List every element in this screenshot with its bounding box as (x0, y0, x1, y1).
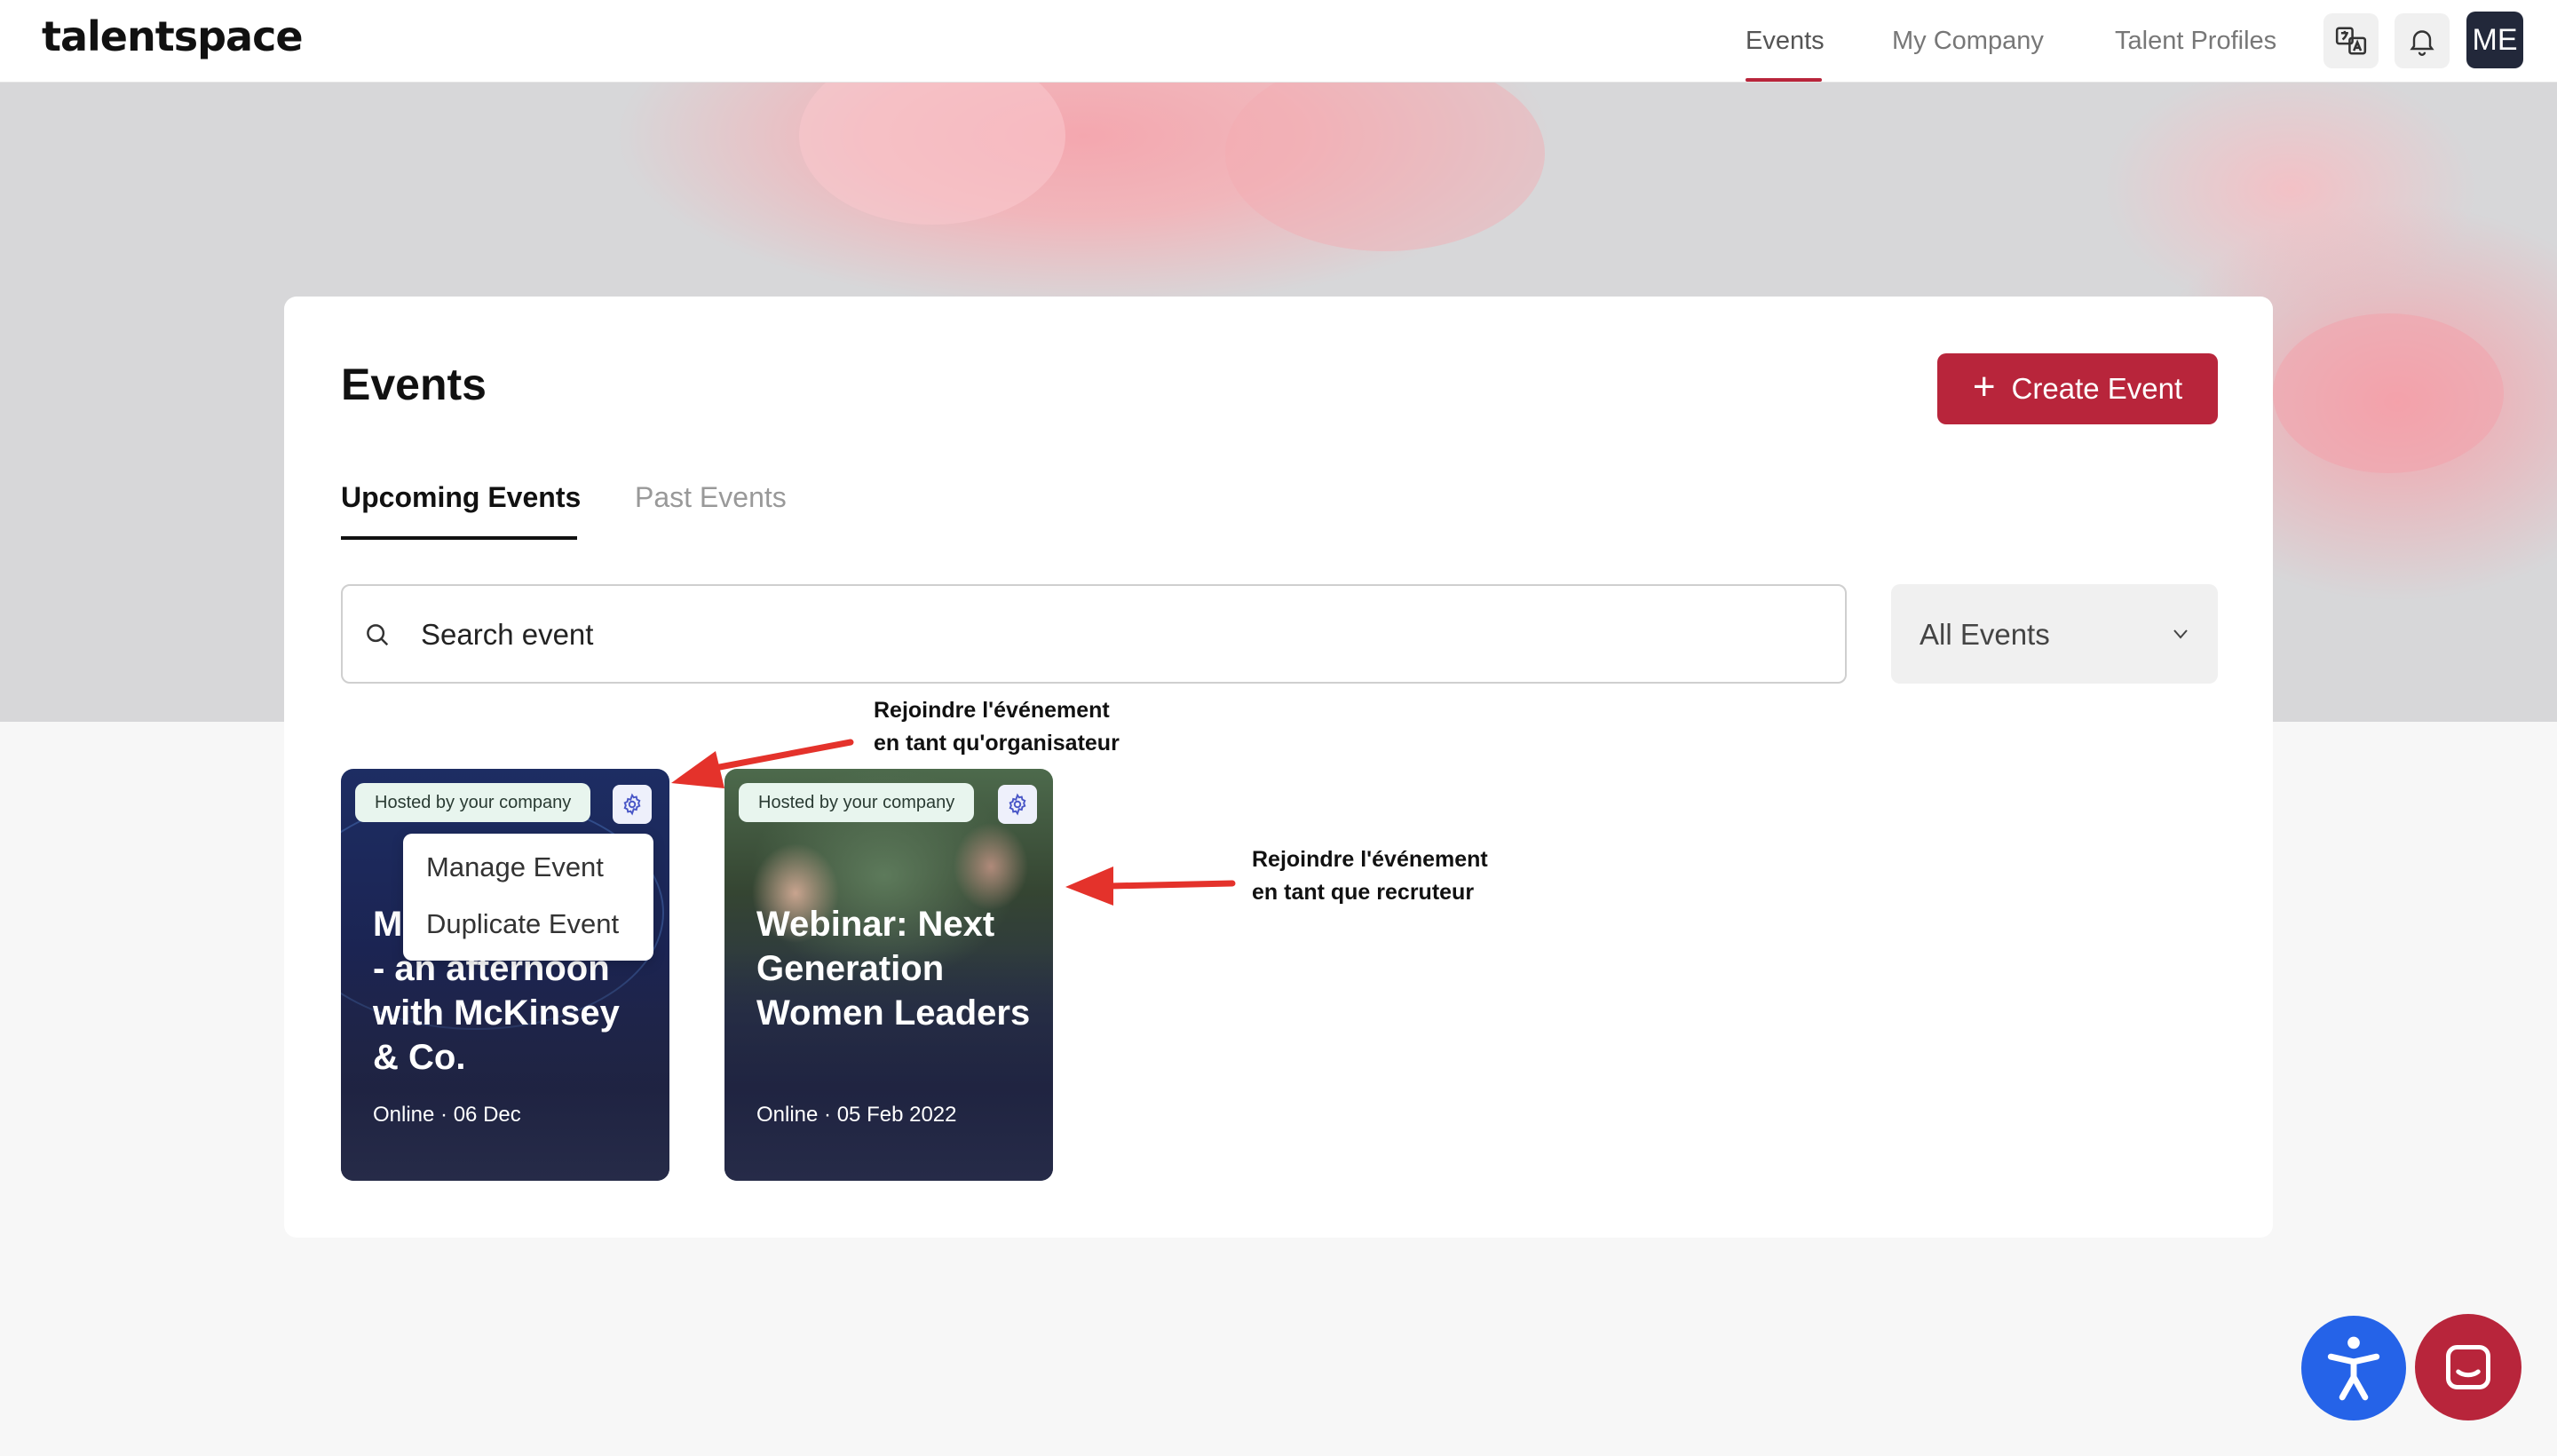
annotation-arrows (671, 739, 1236, 906)
arrow-to-card (1106, 880, 1236, 890)
arrow-head-settings (671, 751, 724, 788)
arrow-to-settings (707, 739, 854, 772)
arrow-head-card (1065, 866, 1113, 906)
